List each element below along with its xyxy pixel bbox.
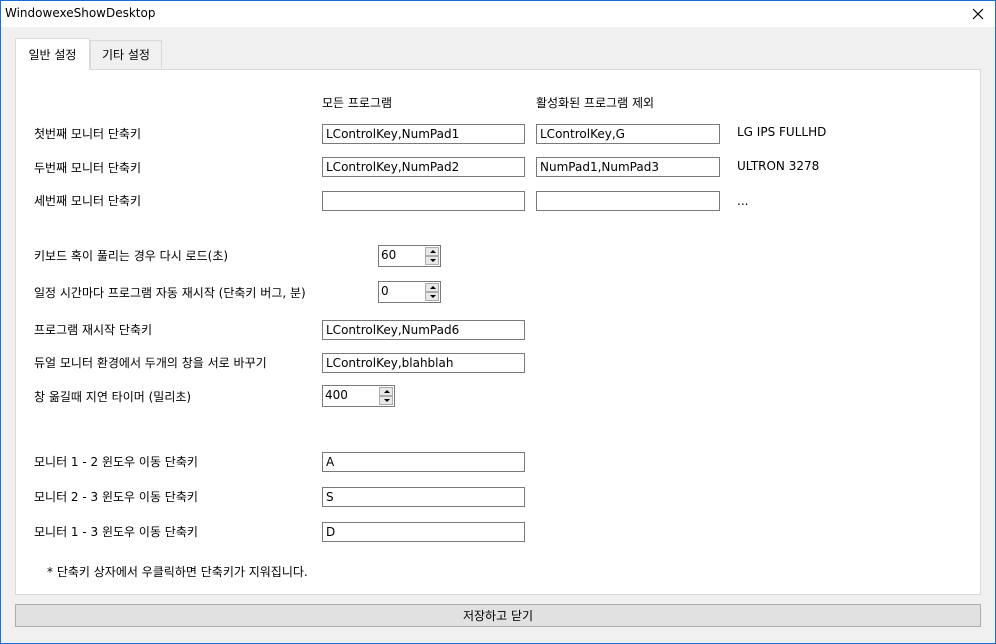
spinner-down-arrow[interactable]: [379, 396, 393, 405]
tab-label: 일반 설정: [28, 48, 77, 62]
swap-windows-hotkey-input[interactable]: LControlKey,blahblah: [322, 353, 525, 373]
monitor2-exclude-hotkey-input[interactable]: NumPad1,NumPad3: [536, 157, 720, 177]
header-all-programs: 모든 프로그램: [322, 96, 393, 110]
spinner-down-arrow[interactable]: [425, 292, 439, 301]
save-and-close-button[interactable]: 저장하고 닫기: [15, 604, 981, 627]
move-1-3-hotkey-input[interactable]: D: [322, 522, 525, 542]
swap-windows-label: 듀얼 모니터 환경에서 두개의 창을 서로 바꾸기: [34, 356, 267, 370]
tab-label: 기타 설정: [102, 48, 150, 62]
move-delay-value: 400: [325, 388, 348, 402]
reload-seconds-spinner[interactable]: 60: [378, 245, 441, 267]
monitor1-label: 첫번째 모니터 단축키: [34, 127, 141, 141]
monitor1-all-hotkey-input[interactable]: LControlKey,NumPad1: [322, 124, 525, 144]
restart-interval-value: 0: [381, 284, 389, 298]
monitor3-all-hotkey-input[interactable]: [322, 191, 525, 211]
restart-interval-spinner[interactable]: 0: [378, 281, 441, 303]
move-2-3-label: 모니터 2 - 3 윈도우 이동 단축키: [34, 490, 198, 504]
move-1-3-label: 모니터 1 - 3 윈도우 이동 단축키: [34, 525, 198, 539]
monitor2-label: 두번째 모니터 단축키: [34, 161, 141, 175]
spinner-up-arrow[interactable]: [425, 247, 439, 256]
spinner-up-arrow[interactable]: [379, 387, 393, 396]
settings-panel: 모든 프로그램 활성화된 프로그램 제외 첫번째 모니터 단축키 LContro…: [15, 69, 981, 595]
monitor3-name: ...: [737, 194, 749, 208]
move-2-3-hotkey-input[interactable]: S: [322, 487, 525, 507]
close-button[interactable]: [961, 1, 995, 27]
monitor1-exclude-hotkey-input[interactable]: LControlKey,G: [536, 124, 720, 144]
monitor3-exclude-hotkey-input[interactable]: [536, 191, 720, 211]
hint-note: * 단축키 상자에서 우클릭하면 단축키가 지워집니다.: [47, 565, 308, 579]
reload-value: 60: [381, 248, 397, 262]
header-exclude-active: 활성화된 프로그램 제외: [536, 96, 655, 110]
reload-label: 키보드 혹이 풀리는 경우 다시 로드(초): [34, 249, 229, 263]
move-delay-spinner[interactable]: 400: [322, 385, 395, 407]
monitor3-label: 세번째 모니터 단축키: [34, 194, 141, 208]
tab-other-settings[interactable]: 기타 설정: [90, 40, 162, 68]
app-window: WindowexeShowDesktop 일반 설정 기타 설정 모든 프로그램…: [0, 0, 996, 644]
restart-hotkey-label: 프로그램 재시작 단축키: [34, 323, 153, 337]
monitor1-name: LG IPS FULLHD: [737, 125, 827, 139]
monitor2-all-hotkey-input[interactable]: LControlKey,NumPad2: [322, 157, 525, 177]
move-delay-label: 창 옮길때 지연 타이머 (밀리초): [34, 390, 192, 404]
window-title: WindowexeShowDesktop: [5, 6, 156, 20]
move-1-2-label: 모니터 1 - 2 윈도우 이동 단축키: [34, 455, 198, 469]
tab-general-settings[interactable]: 일반 설정: [15, 38, 90, 70]
title-bar: WindowexeShowDesktop: [1, 1, 995, 27]
monitor2-name: ULTRON 3278: [737, 159, 820, 173]
close-icon: [972, 8, 984, 20]
restart-hotkey-input[interactable]: LControlKey,NumPad6: [322, 320, 525, 340]
move-1-2-hotkey-input[interactable]: A: [322, 452, 525, 472]
save-and-close-label: 저장하고 닫기: [462, 609, 534, 623]
spinner-down-arrow[interactable]: [425, 256, 439, 265]
spinner-up-arrow[interactable]: [425, 283, 439, 292]
restart-interval-label: 일정 시간마다 프로그램 자동 재시작 (단축키 버그, 분): [34, 286, 306, 300]
